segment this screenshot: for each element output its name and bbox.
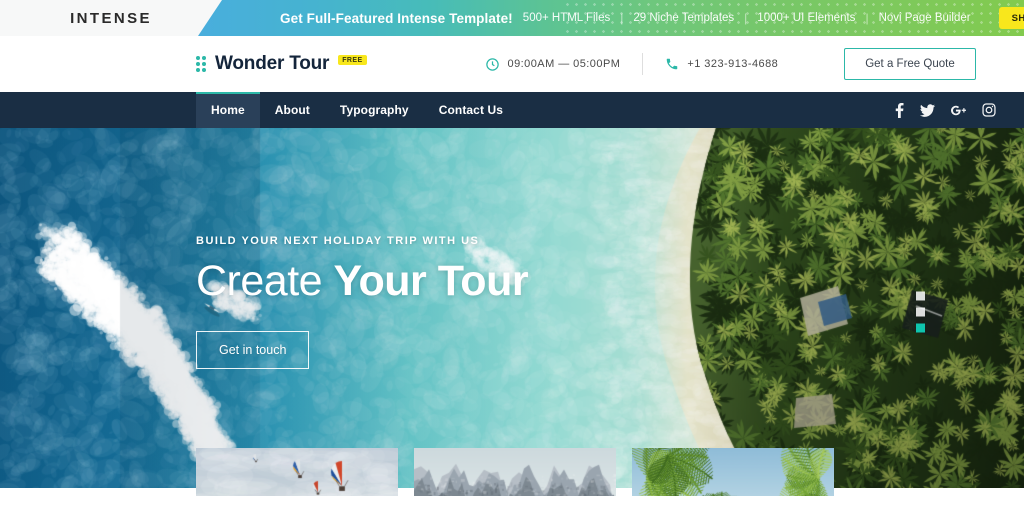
get-free-quote-button[interactable]: Get a Free Quote <box>844 48 976 80</box>
hero-title-bold: Your Tour <box>333 257 529 306</box>
promo-feature-3: Novi Page Builder <box>878 12 971 24</box>
intense-logo-text: INTENSE <box>70 9 152 27</box>
brand-name: Wonder Tour <box>215 53 330 74</box>
shop-now-button[interactable]: SHOP NOW! <box>998 7 1024 29</box>
facebook-icon[interactable] <box>895 102 904 118</box>
twitter-icon[interactable] <box>920 103 935 117</box>
slider-dot-1[interactable] <box>916 291 925 301</box>
promo-headline: Get Full-Featured Intense Template! <box>280 10 513 26</box>
get-in-touch-button[interactable]: Get in touch <box>196 330 310 369</box>
thumbnail-palm-trees[interactable] <box>632 448 834 496</box>
thumbnail-image <box>414 448 616 496</box>
hero-content: BUILD YOUR NEXT HOLIDAY TRIP WITH US Cre… <box>196 128 529 496</box>
main-navigation: Home About Typography Contact Us <box>0 92 1024 128</box>
intense-logo[interactable]: INTENSE <box>0 0 222 36</box>
nav-item-typography[interactable]: Typography <box>325 92 424 128</box>
site-header: Wonder Tour FREE 09:00AM — 05:00PM +1 32… <box>0 36 1024 92</box>
thumbnail-hot-air-balloons[interactable] <box>196 448 398 496</box>
slider-dot-2[interactable] <box>916 307 925 317</box>
brand-free-badge: FREE <box>338 55 367 65</box>
thumbnail-image <box>632 448 834 496</box>
business-hours-text: 09:00AM — 05:00PM <box>507 58 621 70</box>
slider-dot-3-active[interactable] <box>916 323 925 333</box>
hero-kicker: BUILD YOUR NEXT HOLIDAY TRIP WITH US <box>196 235 480 248</box>
hero-title: Create Your Tour <box>196 257 529 306</box>
nav-items: Home About Typography Contact Us <box>196 92 518 128</box>
business-hours: 09:00AM — 05:00PM <box>463 57 643 72</box>
thumbnail-gallery <box>196 448 834 496</box>
phone-number-text: +1 323-913-4688 <box>687 58 779 70</box>
hero-slider-pagination <box>916 291 925 333</box>
phone-number[interactable]: +1 323-913-4688 <box>643 57 800 71</box>
brand-dots-icon <box>196 56 206 72</box>
nav-item-about[interactable]: About <box>260 92 325 128</box>
phone-icon <box>665 57 679 71</box>
thumbnail-image <box>196 448 398 496</box>
instagram-icon[interactable] <box>982 103 996 117</box>
google-plus-icon[interactable] <box>951 104 966 117</box>
thumbnail-mountain-range[interactable] <box>414 448 616 496</box>
promo-content: Get Full-Featured Intense Template! 500+… <box>222 7 1024 29</box>
promo-feature-1: 29 Niche Templates <box>633 12 735 24</box>
hero-slider: BUILD YOUR NEXT HOLIDAY TRIP WITH US Cre… <box>0 128 1024 496</box>
promo-feature-0: 500+ HTML Files <box>522 12 611 24</box>
header-contact-info: 09:00AM — 05:00PM +1 323-913-4688 <box>463 53 801 75</box>
social-links <box>895 92 996 128</box>
nav-item-home[interactable]: Home <box>196 92 260 128</box>
brand-logo[interactable]: Wonder Tour FREE <box>196 53 367 75</box>
promo-feature-2: 1000+ UI Elements <box>757 12 856 24</box>
promo-bar: INTENSE Get Full-Featured Intense Templa… <box>0 0 1024 36</box>
clock-icon <box>485 57 500 72</box>
hero-title-light: Create <box>196 257 323 306</box>
nav-item-contact-us[interactable]: Contact Us <box>424 92 518 128</box>
